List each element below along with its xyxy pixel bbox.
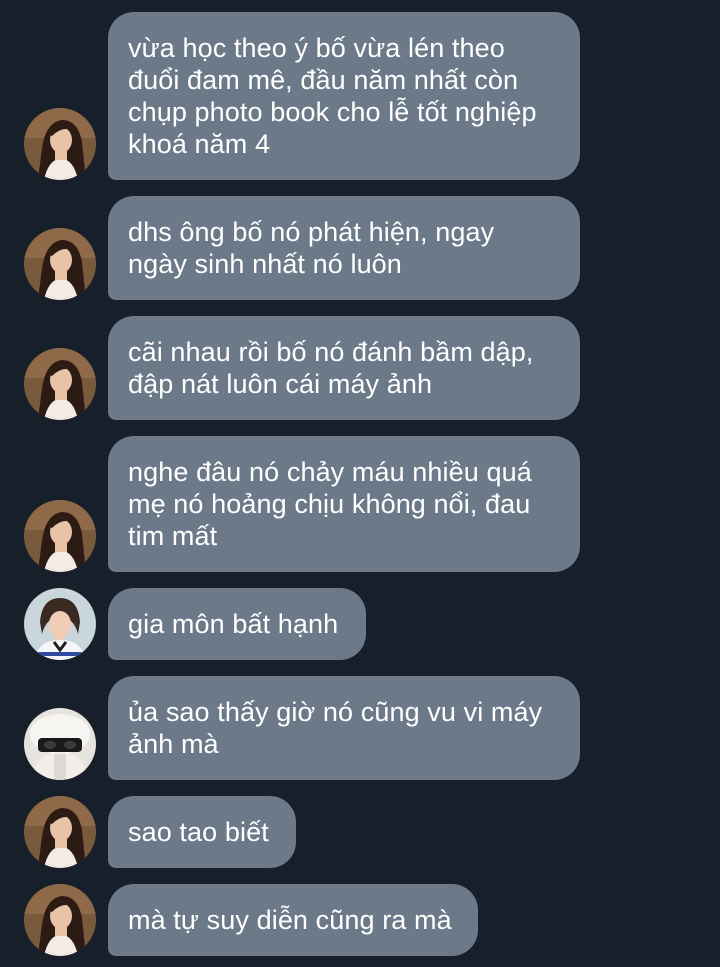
message-text: nghe đâu nó chảy máu nhiều quá mẹ nó hoả…	[128, 457, 532, 551]
message-bubble[interactable]: vừa học theo ý bố vừa lén theo đuổi đam …	[108, 12, 580, 180]
message-text: ủa sao thấy giờ nó cũng vu vi máy ảnh mà	[128, 697, 543, 759]
message-text: cãi nhau rồi bố nó đánh bầm dập, đập nát…	[128, 337, 534, 399]
girl-avatar-icon[interactable]	[24, 796, 96, 868]
message-bubble[interactable]: nghe đâu nó chảy máu nhiều quá mẹ nó hoả…	[108, 436, 580, 572]
message-text: sao tao biết	[128, 817, 269, 847]
message-bubble[interactable]: dhs ông bố nó phát hiện, ngay ngày sinh …	[108, 196, 580, 300]
message-text: mà tự suy diễn cũng ra mà	[128, 905, 452, 935]
message-bubble[interactable]: cãi nhau rồi bố nó đánh bầm dập, đập nát…	[108, 316, 580, 420]
message-bubble[interactable]: gia môn bất hạnh	[108, 588, 366, 660]
message-text: dhs ông bố nó phát hiện, ngay ngày sinh …	[128, 217, 495, 279]
user-avatar-2-icon[interactable]	[24, 588, 96, 660]
girl-avatar-icon[interactable]	[24, 348, 96, 420]
girl-avatar-icon[interactable]	[24, 228, 96, 300]
message-bubble[interactable]: mà tự suy diễn cũng ra mà	[108, 884, 478, 956]
girl-avatar-icon[interactable]	[24, 108, 96, 180]
message-text: gia môn bất hạnh	[128, 609, 339, 639]
user-avatar-3-icon[interactable]	[24, 708, 96, 780]
girl-avatar-icon[interactable]	[24, 884, 96, 956]
message-bubble[interactable]: ủa sao thấy giờ nó cũng vu vi máy ảnh mà	[108, 676, 580, 780]
message-bubble[interactable]: sao tao biết	[108, 796, 296, 868]
message-text: vừa học theo ý bố vừa lén theo đuổi đam …	[128, 33, 537, 159]
girl-avatar-icon[interactable]	[24, 500, 96, 572]
chat-thread: vừa học theo ý bố vừa lén theo đuổi đam …	[0, 0, 720, 967]
